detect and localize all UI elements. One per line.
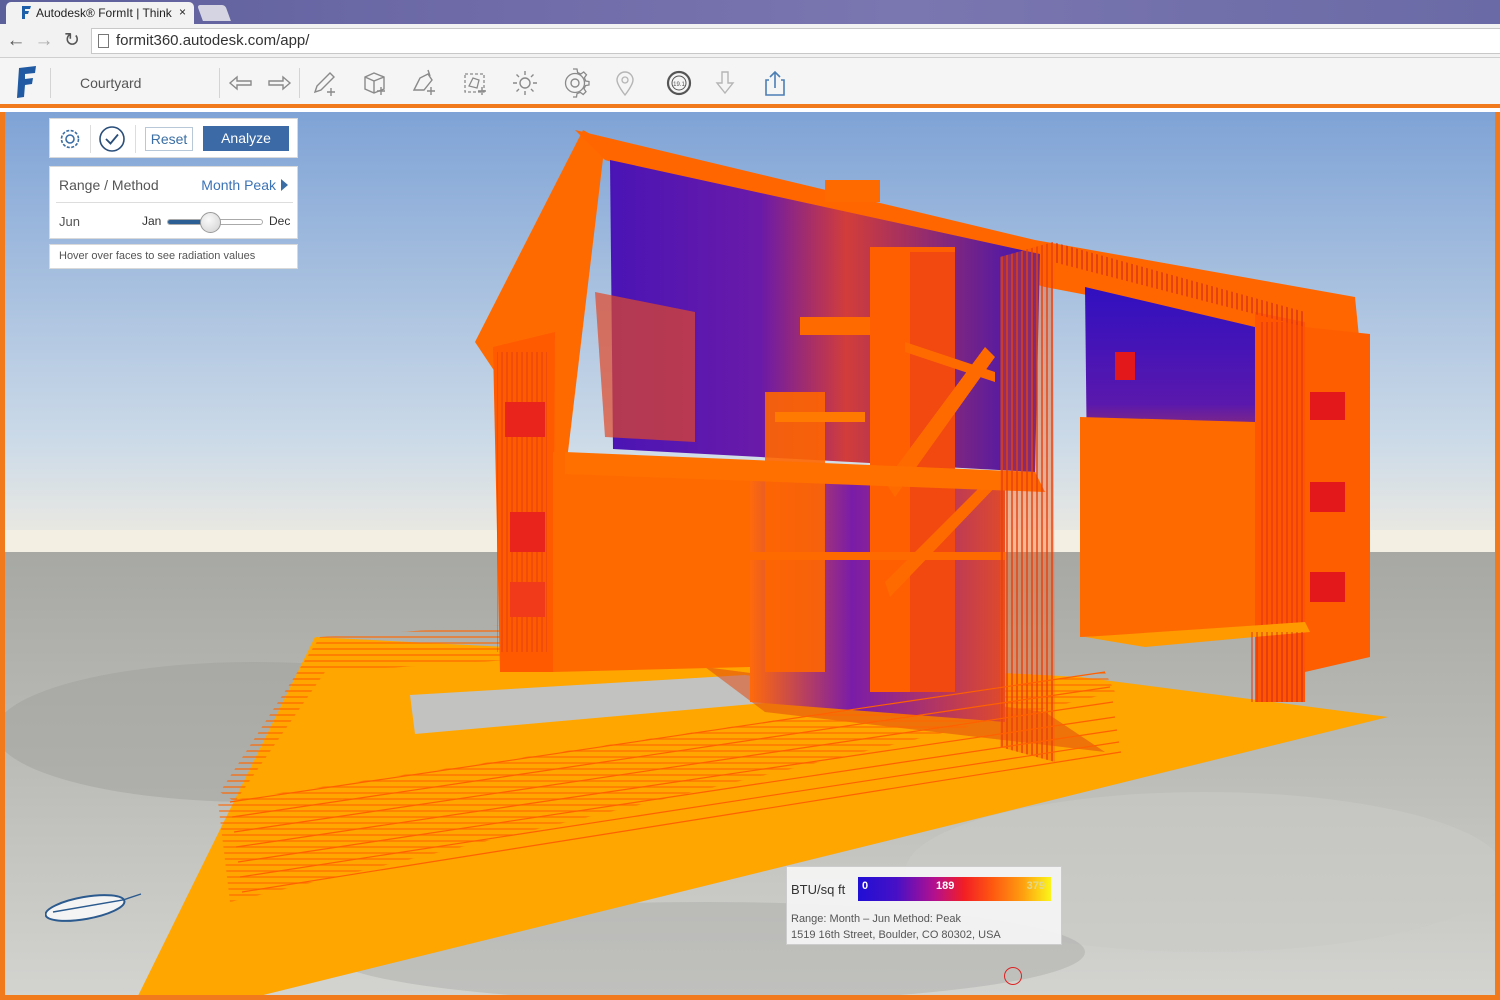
file-name[interactable]: Courtyard bbox=[80, 75, 141, 91]
range-method-dropdown[interactable]: Month Peak bbox=[201, 177, 276, 193]
hover-hint: Hover over faces to see radiation values bbox=[49, 244, 298, 269]
cursor-indicator bbox=[1004, 967, 1022, 985]
solar-analysis-icon[interactable]: 19.1 bbox=[664, 68, 694, 98]
sketch-tool-icon[interactable] bbox=[310, 68, 340, 98]
month-slider[interactable] bbox=[167, 212, 263, 233]
undo-icon[interactable] bbox=[226, 68, 256, 98]
formit-favicon-icon bbox=[22, 6, 31, 19]
legend-address: 1519 16th Street, Boulder, CO 80302, USA bbox=[791, 929, 1001, 941]
group-tool-icon[interactable] bbox=[460, 68, 490, 98]
location-pin-icon[interactable] bbox=[610, 68, 640, 98]
selected-month: Jun bbox=[59, 214, 80, 229]
radiation-legend: BTU/sq ft 0 189 379 Range: Month – Jun M… bbox=[786, 866, 1062, 945]
checkmark-icon[interactable] bbox=[98, 125, 126, 153]
page-icon bbox=[98, 34, 109, 48]
analyze-button[interactable]: Analyze bbox=[203, 126, 289, 151]
toolbar-divider bbox=[219, 68, 220, 98]
slider-end-label: Dec bbox=[269, 214, 291, 228]
range-method-label: Range / Method bbox=[59, 177, 159, 193]
svg-text:19.1: 19.1 bbox=[673, 82, 685, 88]
legend-mid: 189 bbox=[936, 880, 955, 892]
panel-divider bbox=[135, 125, 136, 153]
tab-close-icon[interactable]: × bbox=[179, 5, 186, 19]
back-arrow-icon[interactable]: ← bbox=[5, 30, 27, 52]
legend-max: 379 bbox=[1026, 880, 1045, 892]
toolbar-divider bbox=[50, 68, 51, 98]
redo-icon[interactable] bbox=[264, 68, 294, 98]
compass-icon[interactable] bbox=[45, 888, 147, 922]
formit-logo-icon[interactable] bbox=[14, 65, 38, 99]
share-icon[interactable] bbox=[760, 68, 790, 98]
download-icon[interactable] bbox=[710, 68, 740, 98]
legend-details: Range: Month – Jun Method: Peak 1519 16t… bbox=[791, 911, 1001, 943]
chevron-right-icon[interactable] bbox=[281, 179, 288, 191]
url-input[interactable]: formit360.autodesk.com/app/ bbox=[91, 28, 1500, 54]
legend-color-scale: 0 189 379 bbox=[858, 877, 1051, 901]
slider-thumb[interactable] bbox=[200, 212, 222, 233]
cube-tool-icon[interactable] bbox=[360, 68, 390, 98]
legend-range-method: Range: Month – Jun Method: Peak bbox=[791, 913, 961, 925]
panel-divider bbox=[90, 125, 91, 153]
gear-icon[interactable] bbox=[57, 126, 83, 152]
analysis-panel-header: Reset Analyze bbox=[49, 118, 298, 158]
sun-icon[interactable] bbox=[510, 68, 540, 98]
toolbar-divider bbox=[299, 68, 300, 98]
gear-icon[interactable] bbox=[560, 68, 590, 98]
panel-divider bbox=[56, 202, 293, 203]
browser-tab-bar: Autodesk® FormIt | Think × bbox=[0, 0, 1500, 24]
tab-title: Autodesk® FormIt | Think bbox=[36, 6, 172, 20]
reset-button[interactable]: Reset bbox=[145, 127, 193, 151]
browser-tab[interactable]: Autodesk® FormIt | Think × bbox=[6, 2, 194, 24]
address-bar: ← → ↻ formit360.autodesk.com/app/ bbox=[0, 24, 1500, 58]
url-text: formit360.autodesk.com/app/ bbox=[116, 32, 310, 49]
slider-start-label: Jan bbox=[142, 214, 162, 228]
reload-icon[interactable]: ↻ bbox=[61, 30, 83, 52]
analysis-settings: Range / Method Month Peak Jun Jan Dec bbox=[49, 166, 298, 239]
forward-arrow-icon[interactable]: → bbox=[33, 30, 55, 52]
legend-min: 0 bbox=[862, 880, 869, 892]
app-toolbar: Courtyard 19.1 bbox=[0, 58, 1500, 108]
add-object-icon[interactable] bbox=[410, 68, 440, 98]
legend-unit: BTU/sq ft bbox=[791, 882, 846, 897]
new-tab-button[interactable] bbox=[197, 5, 231, 21]
